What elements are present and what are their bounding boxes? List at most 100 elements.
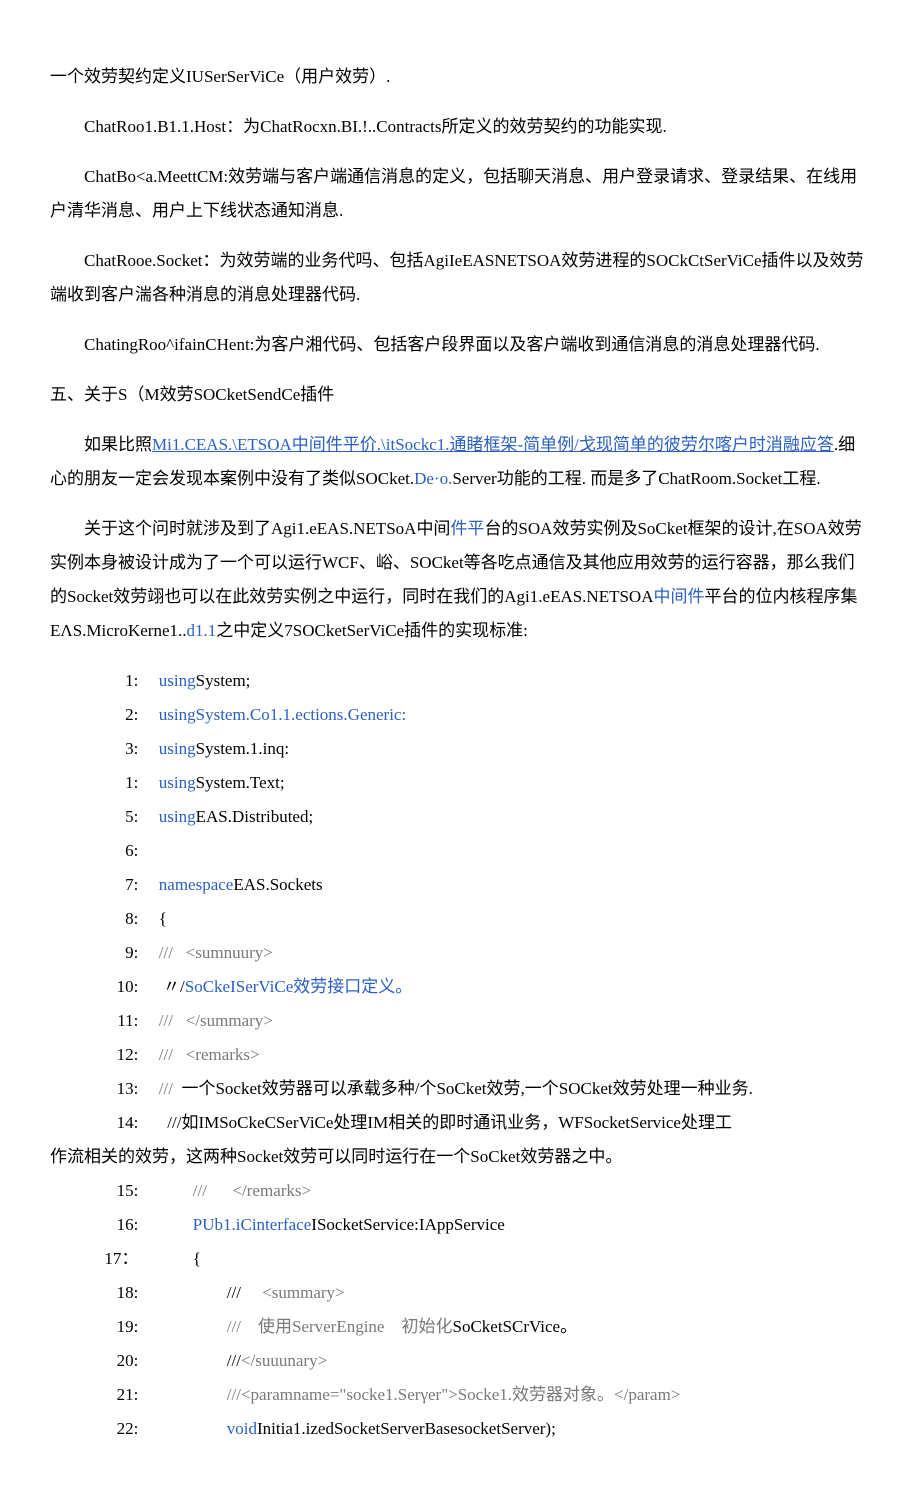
p7-text-a: 关于这个问时就涉及到了Agi1.eEAS.NETSoA中间 bbox=[84, 519, 450, 538]
p7-blue3: d1.1 bbox=[187, 621, 217, 640]
code-text: ISocketService:IAppService bbox=[311, 1215, 505, 1234]
p7-text-d: 之中定义7SOCketSerViCe插件的实现标准: bbox=[216, 621, 528, 640]
p6-blue: De·o. bbox=[414, 469, 452, 488]
line-content: /// </remarks> bbox=[159, 1174, 870, 1208]
line-content: usingSystem.Text; bbox=[159, 766, 870, 800]
code-block-2: 15: /// </remarks> 16: PUb1.iCinterfaceI… bbox=[84, 1174, 870, 1446]
paragraph-1: 一个效劳契约定义IUSerSerViCe（用户效劳）. bbox=[50, 60, 870, 94]
line-content: 〃/SoCkeISerViCe效劳接口定义。 bbox=[159, 970, 870, 1004]
heading-5: 五、关于S（M效劳SOCketSendCe插件 bbox=[50, 378, 870, 412]
code-line-2: 2: usingSystem.Co1.1.ections.Generic: bbox=[84, 698, 870, 732]
code-line-16: 16: PUb1.iCinterfaceISocketService:IAppS… bbox=[84, 1208, 870, 1242]
line-number: 13: bbox=[84, 1072, 159, 1106]
p7-blue1: 件平 bbox=[450, 519, 484, 538]
indent bbox=[159, 1283, 227, 1302]
line-content: { bbox=[159, 1242, 870, 1276]
p6-text-c: Server功能的工程. 而是多了ChatRoom.Socket工程. bbox=[452, 469, 820, 488]
keyword: void bbox=[227, 1419, 257, 1438]
keyword: using bbox=[159, 773, 196, 792]
keyword: namespace bbox=[159, 875, 234, 894]
code-text: EAS.Sockets bbox=[233, 875, 322, 894]
code-text: EAS.Distributed; bbox=[196, 807, 314, 826]
keyword: using bbox=[159, 671, 196, 690]
line-content: /// 一个Socket效劳器可以承载多种/个SoCket效劳,一个SOCket… bbox=[159, 1072, 870, 1106]
code-text: System.1.inq: bbox=[196, 739, 290, 758]
line-content: usingSystem.Co1.1.ections.Generic: bbox=[159, 698, 870, 732]
line-number: 20: bbox=[84, 1344, 159, 1378]
code-gray: ///<paramname="socke1.Serγer">Socke1.效劳器… bbox=[227, 1385, 681, 1404]
code-text: SoCketSCrVice。 bbox=[452, 1317, 577, 1336]
line-content: ///<paramname="socke1.Serγer">Socke1.效劳器… bbox=[159, 1378, 870, 1412]
code-line-3: 3: usingSystem.1.inq: bbox=[84, 732, 870, 766]
keyword: PUb1.iCinterface bbox=[193, 1215, 312, 1234]
indent bbox=[159, 1215, 193, 1234]
code-line-13: 13: /// 一个Socket效劳器可以承载多种/个SoCket效劳,一个SO… bbox=[84, 1072, 870, 1106]
line-number: 2: bbox=[84, 698, 159, 732]
code-line-8: 8: { bbox=[84, 902, 870, 936]
paragraph-6: 如果比照Mi1.CEAS.\ETSOA中间件平价.\itSockc1.通睹框架-… bbox=[50, 428, 870, 496]
line-number: 1: bbox=[84, 766, 159, 800]
line-content: { bbox=[159, 902, 870, 936]
code-text: /// bbox=[227, 1283, 262, 1302]
line-number: 12: bbox=[84, 1038, 159, 1072]
line-number: 22: bbox=[84, 1412, 159, 1446]
line-number: 1: bbox=[84, 664, 159, 698]
line-number: 3: bbox=[84, 732, 159, 766]
code-line-5: 5: usingEAS.Distributed; bbox=[84, 800, 870, 834]
line-content: /// <summary> bbox=[159, 1276, 870, 1310]
indent bbox=[159, 1385, 227, 1404]
code-line-7: 7: namespaceEAS.Sockets bbox=[84, 868, 870, 902]
code-gray: /// bbox=[159, 1079, 177, 1098]
line-content: ///</suuunary> bbox=[159, 1344, 870, 1378]
code-blue: SoCkeISerViCe效劳接口定义。 bbox=[185, 977, 413, 996]
line-content: namespaceEAS.Sockets bbox=[159, 868, 870, 902]
paragraph-4: ChatRooe.Socket：为效劳端的业务代吗、包括AgiIeEASNETS… bbox=[50, 244, 870, 312]
code-text: System.Text; bbox=[196, 773, 285, 792]
code-line-22: 22: voidInitia1.izedSocketServerBasesock… bbox=[84, 1412, 870, 1446]
p6-link[interactable]: Mi1.CEAS.\ETSOA中间件平价.\itSockc1.通睹框架-简单例/… bbox=[152, 435, 834, 454]
keyword: using bbox=[159, 807, 196, 826]
line-number: 10: bbox=[84, 970, 159, 1004]
code-line-9: 9: /// <sumnuury> bbox=[84, 936, 870, 970]
code-text: Initia1.izedSocketServerBasesocketServer… bbox=[257, 1419, 556, 1438]
code-line-15: 15: /// </remarks> bbox=[84, 1174, 870, 1208]
paragraph-5: ChatingRoo^ifainCHent:为客户湘代码、包括客户段界面以及客户… bbox=[50, 328, 870, 362]
code-text: 〃/ bbox=[159, 977, 185, 996]
line-content bbox=[159, 834, 870, 868]
paragraph-7: 关于这个问时就涉及到了Agi1.eEAS.NETSoA中间件平台的SOA效劳实例… bbox=[50, 512, 870, 648]
line-number: 6: bbox=[84, 834, 159, 868]
code-line-12: 12: /// <remarks> bbox=[84, 1038, 870, 1072]
line-number: 14: bbox=[84, 1106, 159, 1140]
line-content: /// <remarks> bbox=[159, 1038, 870, 1072]
line-content: /// 使用ServerEngine 初始化SoCketSCrVice。 bbox=[159, 1310, 870, 1344]
line-number: 7: bbox=[84, 868, 159, 902]
code-line-4: 1: usingSystem.Text; bbox=[84, 766, 870, 800]
paragraph-2: ChatRoo1.B1.1.Host：为ChatRocxn.BI.!..Cont… bbox=[50, 110, 870, 144]
code-gray: <summary> bbox=[262, 1283, 344, 1302]
code-text: System; bbox=[196, 671, 251, 690]
code-line-18: 18: /// <summary> bbox=[84, 1276, 870, 1310]
code-text: { bbox=[193, 1249, 201, 1268]
code-line-21: 21: ///<paramname="socke1.Serγer">Socke1… bbox=[84, 1378, 870, 1412]
keyword: using bbox=[159, 739, 196, 758]
line-content: /// </summary> bbox=[159, 1004, 870, 1038]
p7-blue2: 中间件 bbox=[653, 587, 704, 606]
line-number: 21: bbox=[84, 1378, 159, 1412]
code-wrap-text: 作流相关的效劳，这两种Socket效劳可以同时运行在一个SoCket效劳器之中。 bbox=[50, 1140, 870, 1174]
indent bbox=[159, 1249, 193, 1268]
code-line-14: 14: ///如IMSoCkeCSerViCe处理IM相关的即时通讯业务，WFS… bbox=[84, 1106, 870, 1140]
indent bbox=[159, 1419, 227, 1438]
line-number: 17： bbox=[84, 1242, 159, 1276]
line-content: usingEAS.Distributed; bbox=[159, 800, 870, 834]
line-number: 16: bbox=[84, 1208, 159, 1242]
indent bbox=[159, 1181, 193, 1200]
line-number: 15: bbox=[84, 1174, 159, 1208]
code-gray: /// </remarks> bbox=[193, 1181, 311, 1200]
p6-text-a: 如果比照 bbox=[84, 435, 152, 454]
line-content: /// <sumnuury> bbox=[159, 936, 870, 970]
code-line-11: 11: /// </summary> bbox=[84, 1004, 870, 1038]
line-number: 5: bbox=[84, 800, 159, 834]
code-line-10: 10: 〃/SoCkeISerViCe效劳接口定义。 bbox=[84, 970, 870, 1004]
line-number: 18: bbox=[84, 1276, 159, 1310]
line-number: 11: bbox=[84, 1004, 159, 1038]
